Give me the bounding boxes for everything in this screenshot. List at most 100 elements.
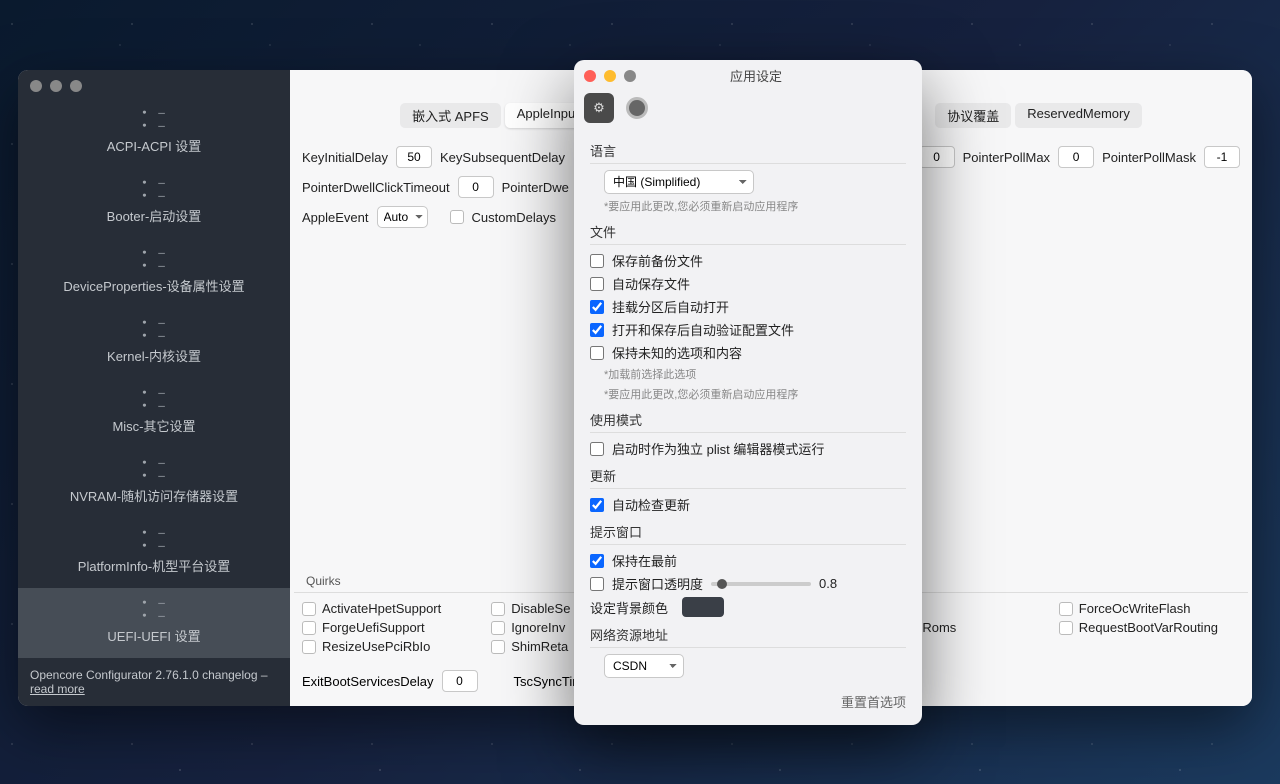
sidebar-item-label: Misc-其它设置 (112, 419, 195, 434)
reset-prefs-button[interactable]: 重置首选项 (590, 692, 906, 711)
quirk-label: ForceOcWriteFlash (1079, 601, 1191, 616)
pointerpollmask-label: PointerPollMask (1102, 150, 1196, 165)
tab-reservedmemory[interactable]: ReservedMemory (1015, 103, 1142, 128)
sidebar-item-label: Booter-启动设置 (107, 209, 202, 224)
quirk-checkbox[interactable] (491, 640, 505, 654)
auto-open-after-mount-checkbox[interactable] (590, 300, 604, 314)
language-select[interactable]: 中国 (Simplified) (604, 170, 754, 194)
dialog-header: 应用设定 (574, 60, 922, 89)
appleevent-select[interactable]: Auto (377, 206, 428, 228)
net-heading: 网络资源地址 (590, 625, 906, 648)
gear-icon[interactable]: ⚙ (584, 93, 614, 123)
net-source-select[interactable]: CSDN (604, 654, 684, 678)
quirk-checkbox[interactable] (302, 621, 316, 635)
window-controls (18, 70, 290, 98)
dialog-body: 语言 中国 (Simplified) *要应用此更改,您必须重新启动应用程序 文… (574, 141, 922, 725)
quirk-label: ActivateHpetSupport (322, 601, 441, 616)
pointerpollmin-input[interactable] (919, 146, 955, 168)
sidebar-item-acpi[interactable]: ∙ —∙ —ACPI-ACPI 设置 (18, 98, 290, 168)
option-label: 保持在最前 (612, 551, 677, 570)
list-icon: ∙ —∙ — (22, 246, 286, 272)
sidebar-item-platforminfo[interactable]: ∙ —∙ —PlatformInfo-机型平台设置 (18, 518, 290, 588)
option-label: 提示窗口透明度 (612, 574, 703, 593)
dialog-toolbar: ⚙ (574, 89, 922, 133)
auto-check-update-checkbox[interactable] (590, 498, 604, 512)
pointerdwe-label: PointerDwe (502, 180, 569, 195)
pointerpollmax-label: PointerPollMax (963, 150, 1050, 165)
quirk-checkbox[interactable] (302, 640, 316, 654)
sidebar-item-booter[interactable]: ∙ —∙ — Booter-启动设置 (18, 168, 290, 238)
keyinitialdelay-input[interactable] (396, 146, 432, 168)
quirk-checkbox[interactable] (491, 602, 505, 616)
maximize-icon[interactable] (70, 80, 82, 92)
minimize-icon[interactable] (50, 80, 62, 92)
bg-color-label: 设定背景颜色 (590, 598, 668, 617)
option-label: 自动保存文件 (612, 274, 690, 293)
autosave-checkbox[interactable] (590, 277, 604, 291)
update-heading: 更新 (590, 466, 906, 489)
option-label: 自动检查更新 (612, 495, 690, 514)
quirk-label: ShimReta (511, 639, 568, 654)
sidebar-item-deviceproperties[interactable]: ∙ —∙ — DeviceProperties-设备属性设置 (18, 238, 290, 308)
lang-hint: *要应用此更改,您必须重新启动应用程序 (604, 198, 906, 214)
sidebar-item-misc[interactable]: ∙ —∙ — Misc-其它设置 (18, 378, 290, 448)
theme-icon[interactable] (622, 93, 652, 123)
option-label: 保存前备份文件 (612, 251, 703, 270)
sidebar-item-nvram[interactable]: ∙ —∙ —NVRAM-随机访问存储器设置 (18, 448, 290, 518)
option-label: 启动时作为独立 plist 编辑器模式运行 (612, 439, 824, 458)
quirk-checkbox[interactable] (1059, 602, 1073, 616)
opacity-value: 0.8 (819, 576, 837, 591)
keep-front-checkbox[interactable] (590, 554, 604, 568)
sidebar-item-label: DeviceProperties-设备属性设置 (63, 279, 244, 294)
quirk-label: ForgeUefiSupport (322, 620, 425, 635)
changelog-text: Opencore Configurator 2.76.1.0 changelog… (18, 658, 290, 706)
bg-color-swatch[interactable] (682, 597, 724, 617)
tab-protocol[interactable]: 协议覆盖 (935, 103, 1011, 128)
quirk-label: RequestBootVarRouting (1079, 620, 1218, 635)
sidebar-item-label: PlatformInfo-机型平台设置 (78, 559, 230, 574)
keyinitialdelay-label: KeyInitialDelay (302, 150, 388, 165)
list-icon: ∙ —∙ — (22, 386, 286, 412)
quirk-label: DisableSe (511, 601, 570, 616)
file-heading: 文件 (590, 222, 906, 245)
file-hint1: *加载前选择此选项 (604, 366, 906, 382)
lang-heading: 语言 (590, 141, 906, 164)
sidebar-item-label: UEFI-UEFI 设置 (107, 629, 200, 644)
quirk-label: ResizeUsePciRbIo (322, 639, 430, 654)
pointerpollmax-input[interactable] (1058, 146, 1094, 168)
appleevent-label: AppleEvent (302, 210, 369, 225)
sidebar-item-label: Kernel-内核设置 (107, 349, 201, 364)
keep-unknown-checkbox[interactable] (590, 346, 604, 360)
pointerpollmask-input[interactable] (1204, 146, 1240, 168)
sidebar-item-uefi[interactable]: ∙ —∙ — UEFI-UEFI 设置 (18, 588, 290, 658)
opacity-slider[interactable] (711, 582, 811, 586)
tab-apfs[interactable]: 嵌入式 APFS (400, 103, 501, 128)
list-icon: ∙ —∙ — (22, 176, 286, 202)
option-label: 挂载分区后自动打开 (612, 297, 729, 316)
sidebar-item-label: NVRAM-随机访问存储器设置 (70, 489, 238, 504)
option-label: 打开和保存后自动验证配置文件 (612, 320, 794, 339)
quirk-checkbox[interactable] (1059, 621, 1073, 635)
changelog-prefix: Opencore Configurator 2.76.1.0 changelog… (30, 668, 268, 682)
quirk-checkbox[interactable] (302, 602, 316, 616)
quirk-checkbox[interactable] (491, 621, 505, 635)
exitbootservicesdelay-input[interactable] (442, 670, 478, 692)
dialog-title: 应用设定 (600, 66, 912, 85)
list-icon: ∙ —∙ — (22, 596, 286, 622)
close-icon[interactable] (584, 70, 596, 82)
close-icon[interactable] (30, 80, 42, 92)
customdelays-checkbox[interactable] (450, 210, 464, 224)
pointerdwellclicktimeout-input[interactable] (458, 176, 494, 198)
list-icon: ∙ —∙ — (22, 316, 286, 342)
sidebar-item-kernel[interactable]: ∙ —∙ — Kernel-内核设置 (18, 308, 290, 378)
sidebar-item-label: ACPI-ACPI 设置 (107, 139, 202, 154)
auto-validate-checkbox[interactable] (590, 323, 604, 337)
keysubsequentdelay-label: KeySubsequentDelay (440, 150, 565, 165)
opacity-checkbox[interactable] (590, 577, 604, 591)
pointerdwellclicktimeout-label: PointerDwellClickTimeout (302, 180, 450, 195)
file-hint2: *要应用此更改,您必须重新启动应用程序 (604, 386, 906, 402)
mode-heading: 使用模式 (590, 410, 906, 433)
plist-mode-checkbox[interactable] (590, 442, 604, 456)
backup-before-save-checkbox[interactable] (590, 254, 604, 268)
changelog-link[interactable]: read more (30, 682, 85, 696)
